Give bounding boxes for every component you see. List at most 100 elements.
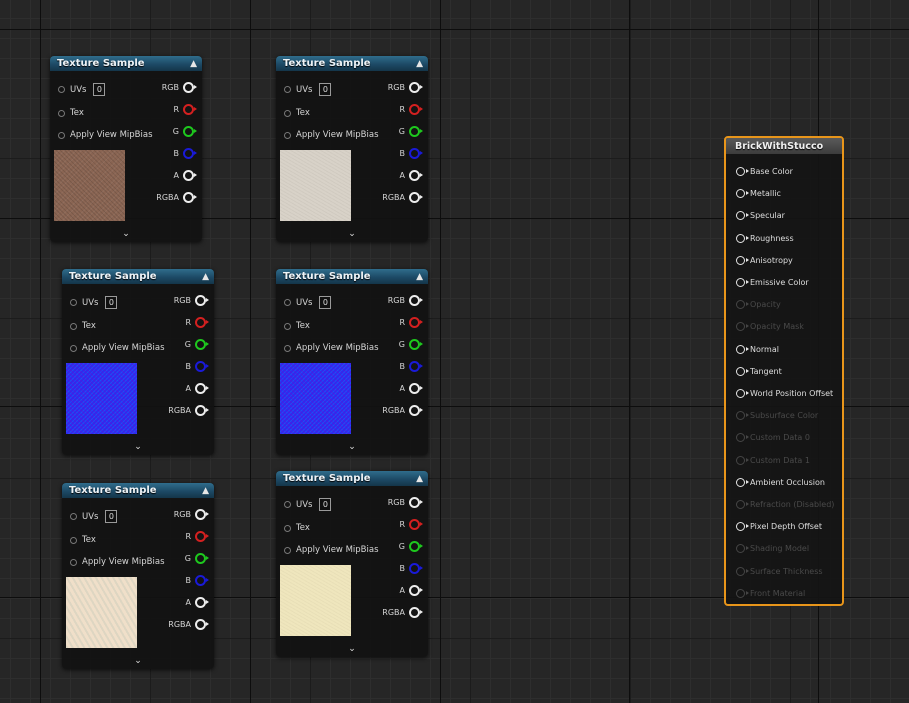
output-pin-icon[interactable]	[183, 104, 197, 115]
exec-pin-icon[interactable]	[736, 167, 749, 176]
uvs-input-pin[interactable]: UVs 0	[284, 498, 332, 511]
output-pin-icon[interactable]	[195, 531, 209, 542]
output-pin-g[interactable]: G	[399, 541, 423, 552]
tex-input-pin[interactable]: Tex	[284, 523, 310, 533]
output-pin-b[interactable]: B	[400, 148, 423, 159]
output-pin-a[interactable]: A	[186, 383, 209, 394]
output-pin-b[interactable]: B	[186, 361, 209, 372]
material-input-pin[interactable]: World Position Offset	[736, 389, 833, 398]
input-pin-icon[interactable]	[58, 109, 65, 117]
input-pin-icon[interactable]	[58, 131, 65, 139]
chevron-down-icon[interactable]: ⌄	[276, 229, 428, 239]
output-pin-icon[interactable]	[195, 553, 209, 564]
output-pin-icon[interactable]	[409, 82, 423, 93]
chevron-down-icon[interactable]: ⌄	[62, 442, 214, 452]
mipbias-input-pin[interactable]: Apply View MipBias	[58, 130, 153, 140]
output-pin-r[interactable]: R	[173, 104, 197, 115]
node-header[interactable]: Texture Sample ▲	[62, 483, 214, 498]
node-header[interactable]: Texture Sample ▲	[62, 269, 214, 284]
uvs-input-pin[interactable]: UVs 0	[58, 83, 106, 96]
output-pin-icon[interactable]	[409, 563, 423, 574]
material-input-pin[interactable]: Specular	[736, 211, 785, 221]
output-pin-a[interactable]: A	[400, 585, 423, 596]
output-pin-icon[interactable]	[183, 82, 197, 93]
input-pin-icon[interactable]	[70, 344, 77, 352]
exec-pin-icon[interactable]	[736, 522, 749, 532]
output-pin-icon[interactable]	[409, 541, 423, 552]
chevron-up-icon[interactable]: ▲	[202, 272, 209, 282]
output-pin-g[interactable]: G	[399, 126, 423, 137]
uvs-index-field[interactable]: 0	[319, 498, 332, 511]
chevron-down-icon[interactable]: ⌄	[62, 656, 214, 666]
output-pin-icon[interactable]	[409, 170, 423, 181]
output-pin-rgb[interactable]: RGB	[174, 295, 209, 306]
material-input-pin[interactable]: Roughness	[736, 233, 794, 243]
input-pin-icon[interactable]	[284, 501, 291, 508]
input-pin-icon[interactable]	[284, 299, 291, 306]
exec-pin-icon[interactable]	[736, 278, 749, 287]
tex-input-pin[interactable]: Tex	[58, 108, 84, 118]
output-pin-rgb[interactable]: RGB	[388, 295, 423, 306]
tex-input-pin[interactable]: Tex	[70, 321, 96, 331]
output-pin-r[interactable]: R	[185, 531, 209, 542]
output-pin-icon[interactable]	[183, 170, 197, 181]
texture-sample-node[interactable]: Texture Sample ▲ UVs 0 Tex Apply View MipBias…	[276, 471, 428, 657]
output-pin-icon[interactable]	[195, 317, 209, 328]
output-pin-b[interactable]: B	[174, 148, 197, 159]
output-pin-icon[interactable]	[409, 519, 423, 530]
input-pin-icon[interactable]	[284, 109, 291, 117]
output-pin-icon[interactable]	[195, 405, 209, 416]
output-pin-icon[interactable]	[409, 585, 423, 596]
input-pin-icon[interactable]	[284, 546, 291, 554]
output-pin-rgba[interactable]: RGBA	[382, 607, 423, 618]
node-header[interactable]: Texture Sample ▲	[276, 56, 428, 71]
output-pin-rgb[interactable]: RGB	[388, 497, 423, 508]
output-pin-b[interactable]: B	[400, 563, 423, 574]
texture-sample-node[interactable]: Texture Sample ▲ UVs 0 Tex Apply View MipBias…	[276, 269, 428, 455]
output-pin-icon[interactable]	[195, 575, 209, 586]
node-header[interactable]: Texture Sample ▲	[276, 269, 428, 284]
mipbias-input-pin[interactable]: Apply View MipBias	[284, 343, 379, 353]
output-pin-b[interactable]: B	[400, 361, 423, 372]
output-pin-icon[interactable]	[195, 619, 209, 630]
mipbias-input-pin[interactable]: Apply View MipBias	[70, 557, 165, 567]
output-pin-icon[interactable]	[195, 509, 209, 520]
material-input-pin[interactable]: Emissive Color	[736, 278, 809, 287]
output-pin-icon[interactable]	[409, 126, 423, 137]
node-header[interactable]: Texture Sample ▲	[50, 56, 202, 71]
texture-sample-node[interactable]: Texture Sample ▲ UVs 0 Tex Apply View MipBias…	[62, 483, 214, 669]
exec-pin-icon[interactable]	[736, 389, 749, 398]
uvs-input-pin[interactable]: UVs 0	[284, 83, 332, 96]
output-pin-g[interactable]: G	[185, 553, 209, 564]
output-pin-a[interactable]: A	[400, 383, 423, 394]
exec-pin-icon[interactable]	[736, 366, 749, 376]
uvs-index-field[interactable]: 0	[319, 83, 332, 96]
output-pin-icon[interactable]	[409, 497, 423, 508]
output-pin-icon[interactable]	[409, 295, 423, 306]
texture-sample-node[interactable]: Texture Sample ▲ UVs 0 Tex Apply View MipBias…	[276, 56, 428, 242]
node-header[interactable]: Texture Sample ▲	[276, 471, 428, 486]
output-pin-icon[interactable]	[409, 405, 423, 416]
material-input-pin[interactable]: Pixel Depth Offset	[736, 522, 822, 532]
mipbias-input-pin[interactable]: Apply View MipBias	[70, 343, 165, 353]
output-pin-icon[interactable]	[409, 607, 423, 618]
exec-pin-icon[interactable]	[736, 211, 749, 221]
material-input-pin[interactable]: Anisotropy	[736, 255, 793, 265]
output-pin-rgba[interactable]: RGBA	[382, 405, 423, 416]
output-pin-icon[interactable]	[195, 597, 209, 608]
input-pin-icon[interactable]	[70, 536, 77, 544]
chevron-up-icon[interactable]: ▲	[416, 272, 423, 282]
exec-pin-icon[interactable]	[736, 189, 749, 199]
uvs-index-field[interactable]: 0	[105, 510, 118, 523]
exec-pin-icon[interactable]	[736, 233, 749, 243]
output-pin-icon[interactable]	[409, 383, 423, 394]
output-pin-r[interactable]: R	[399, 104, 423, 115]
material-output-node[interactable]: BrickWithStucco Base Color Metallic Specul…	[724, 136, 844, 606]
uvs-input-pin[interactable]: UVs 0	[70, 296, 118, 309]
output-pin-rgb[interactable]: RGB	[174, 509, 209, 520]
uvs-input-pin[interactable]: UVs 0	[284, 296, 332, 309]
input-pin-icon[interactable]	[284, 322, 291, 330]
output-pin-icon[interactable]	[195, 339, 209, 350]
chevron-up-icon[interactable]: ▲	[416, 59, 423, 69]
material-input-pin[interactable]: Normal	[736, 344, 779, 354]
